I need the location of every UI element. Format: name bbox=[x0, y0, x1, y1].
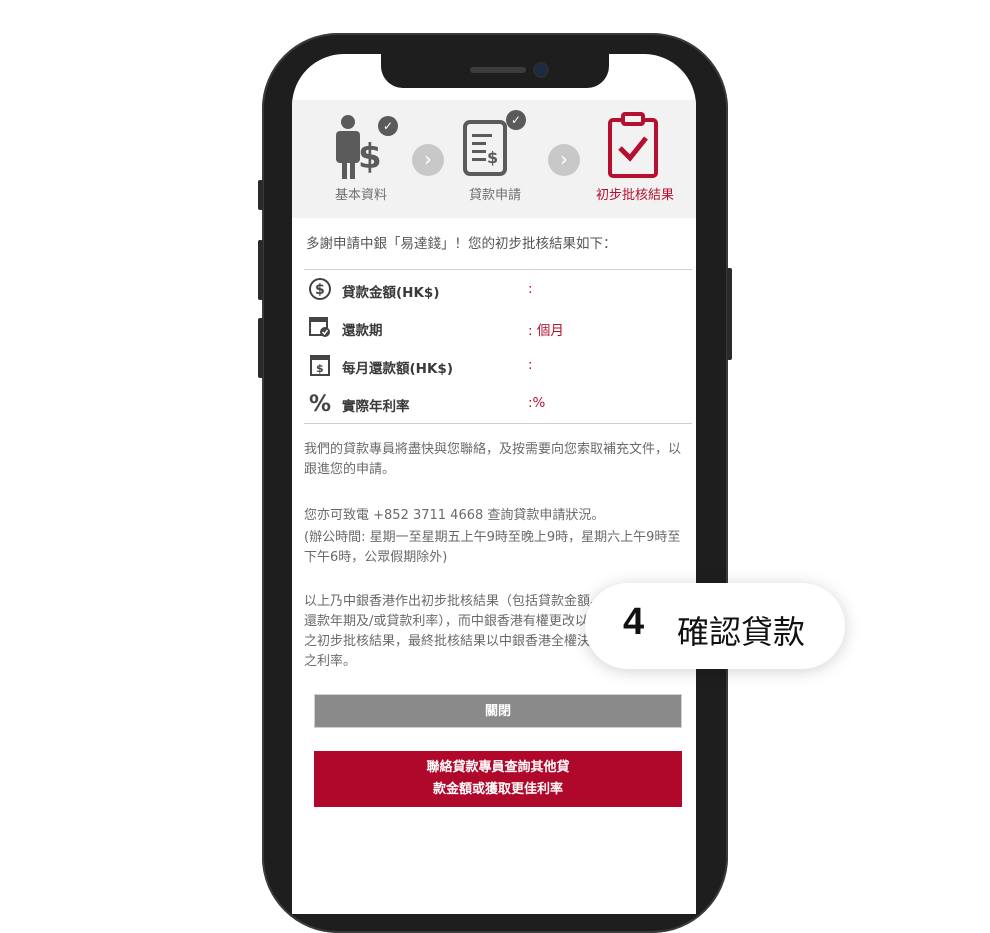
percent-icon: % bbox=[309, 392, 331, 415]
volume-up-button bbox=[258, 240, 263, 300]
contact-note: 我們的貸款專員將盡快與您聯絡，及按需要向您索取補充文件，以跟進您的申請。 bbox=[304, 442, 682, 477]
result-row-repayment-period: 還款期 : 個月 bbox=[308, 314, 688, 342]
svg-text:$: $ bbox=[316, 362, 324, 375]
calendar-check-icon bbox=[309, 317, 330, 337]
result-label: 貸款金額(HK$) bbox=[342, 285, 440, 301]
button-label-line1: 聯絡貸款專員查詢其他貸 bbox=[426, 760, 570, 775]
phone-note: 您亦可致電 +852 3711 4668 查詢貸款申請狀況。 bbox=[304, 508, 605, 523]
svg-text:%: % bbox=[309, 392, 331, 415]
svg-text:$: $ bbox=[315, 282, 325, 298]
step-label: 初步批核結果 bbox=[595, 188, 674, 203]
result-label: 實際年利率 bbox=[342, 399, 410, 415]
mute-switch bbox=[258, 180, 263, 210]
phone-screen: $ ✓ 基本資料 › $ ✓ 貸款申請 › 初步批核結果 多謝申請中銀「易達錢」… bbox=[292, 54, 696, 914]
step-label: 基本資料 bbox=[334, 188, 387, 203]
volume-down-button bbox=[258, 318, 263, 378]
front-camera bbox=[535, 64, 547, 76]
step-basic-info: $ ✓ 基本資料 bbox=[306, 100, 416, 203]
step-preliminary-result: 初步批核結果 bbox=[580, 100, 690, 203]
step-progress: $ ✓ 基本資料 › $ ✓ 貸款申請 › 初步批核結果 bbox=[292, 100, 696, 218]
result-intro: 多謝申請中銀「易達錢」！您的初步批核結果如下： bbox=[306, 236, 617, 252]
step-label: 貸款申請 bbox=[468, 188, 521, 203]
result-value: : 個月 bbox=[528, 323, 564, 339]
chevron-right-icon: › bbox=[548, 144, 580, 176]
result-value: : bbox=[528, 357, 533, 373]
step-title: 確認貸款 bbox=[677, 613, 806, 651]
result-value: : bbox=[528, 281, 533, 297]
document-dollar-icon: $ bbox=[463, 120, 507, 176]
svg-text:$: $ bbox=[487, 148, 498, 167]
result-row-monthly-repayment: $ 每月還款額(HK$) : bbox=[308, 352, 688, 380]
step-badge: 4 確認貸款 bbox=[585, 583, 845, 669]
person-dollar-icon: $ bbox=[336, 115, 382, 179]
divider bbox=[304, 423, 692, 424]
result-row-apr: % 實際年利率 :% bbox=[308, 390, 688, 418]
clipboard-check-icon bbox=[608, 112, 658, 178]
power-button bbox=[727, 268, 732, 360]
step-done-check-icon: ✓ bbox=[378, 116, 398, 136]
result-label: 每月還款額(HK$) bbox=[342, 361, 453, 377]
step-number: 4 bbox=[623, 601, 645, 643]
svg-text:$: $ bbox=[358, 137, 382, 177]
disclaimer: 以上乃中銀香港作出初步批核結果（包括貸款金額、還款年期及/或貸款利率），而中銀香… bbox=[304, 594, 604, 669]
dollar-circle-icon: $ bbox=[309, 278, 331, 300]
divider bbox=[304, 269, 692, 270]
result-label: 還款期 bbox=[342, 323, 383, 339]
calendar-dollar-icon: $ bbox=[310, 355, 330, 376]
result-value: :% bbox=[528, 395, 546, 411]
button-label-line2: 款金額或獲取更佳利率 bbox=[432, 782, 563, 797]
result-row-loan-amount: $ 貸款金額(HK$) : bbox=[308, 276, 688, 304]
contact-loan-officer-button[interactable]: 聯絡貸款專員查詢其他貸 款金額或獲取更佳利率 bbox=[314, 751, 682, 807]
office-hours-note: (辦公時間: 星期一至星期五上午9時至晚上9時，星期六上午9時至下午6時，公眾假… bbox=[304, 530, 681, 565]
step-done-check-icon: ✓ bbox=[506, 110, 526, 130]
step-loan-application: $ ✓ 貸款申請 bbox=[440, 100, 550, 203]
close-button[interactable]: 關閉 bbox=[314, 694, 682, 728]
speaker-grille bbox=[470, 67, 526, 73]
